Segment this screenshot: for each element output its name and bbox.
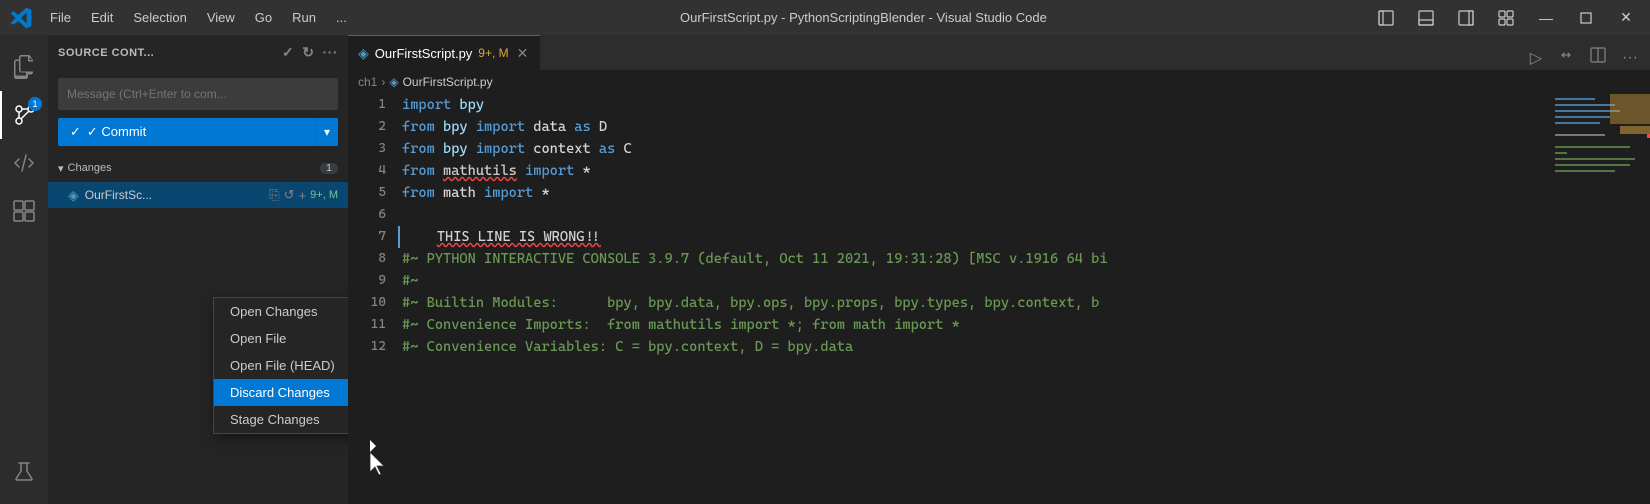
code-line-11: #~ Convenience Imports: from mathutils i… (398, 314, 1550, 336)
changes-count: 1 (320, 163, 338, 174)
more-actions-icon[interactable]: ··· (323, 44, 339, 61)
changes-section: ▾ Changes 1 ◈ OurFirstSc... ⎘ ↺ + 9+, M (48, 154, 348, 208)
split-editor-icon[interactable] (1586, 45, 1610, 70)
activity-extensions[interactable] (0, 187, 48, 235)
discard-icon[interactable]: ↺ (284, 187, 295, 203)
activity-explorer[interactable] (0, 43, 48, 91)
code-line-3: from bpy import context as C (398, 138, 1550, 160)
chevron-down-icon: ▾ (58, 162, 64, 175)
file-badge: 9+, M (310, 189, 338, 201)
source-control-sidebar: SOURCE CONT... ✓ ↻ ··· ✓ ✓ Commit ▾ ▾ Ch… (48, 35, 348, 504)
code-line-1: import bpy (398, 94, 1550, 116)
layout-grid-toggle[interactable] (1492, 7, 1520, 29)
python-breadcrumb-icon: ◈ (389, 75, 398, 89)
activity-run-debug[interactable] (0, 139, 48, 187)
context-menu-open-file[interactable]: Open File (214, 325, 348, 352)
window-title: OurFirstScript.py - PythonScriptingBlend… (355, 10, 1372, 25)
more-actions-tab-icon[interactable]: ··· (1618, 47, 1642, 69)
file-item[interactable]: ◈ OurFirstSc... ⎘ ↺ + 9+, M (48, 182, 348, 208)
commit-dropdown-button[interactable]: ▾ (315, 118, 338, 146)
code-line-8: #~ PYTHON INTERACTIVE CONSOLE 3.9.7 (def… (398, 248, 1550, 270)
maximize-button[interactable] (1572, 7, 1600, 29)
menu-selection[interactable]: Selection (125, 8, 194, 27)
menu-go[interactable]: Go (247, 8, 280, 27)
code-editor[interactable]: 1 2 3 4 5 6 7 8 9 10 11 12 import bpy (348, 94, 1650, 504)
tab-ourfirstscript[interactable]: ◈ OurFirstScript.py 9+, M ✕ (348, 35, 540, 70)
run-code-icon[interactable]: ▷ (1526, 46, 1546, 70)
add-icon[interactable]: + (299, 188, 307, 203)
context-menu-stage-changes[interactable]: Stage Changes (214, 406, 348, 433)
python-file-icon: ◈ (358, 45, 369, 62)
code-line-12: #~ Convenience Variables: C = bpy.contex… (398, 336, 1550, 358)
file-name: OurFirstSc... (85, 188, 269, 202)
chevron-down-icon: ▾ (324, 125, 330, 139)
editor-area: ◈ OurFirstScript.py 9+, M ✕ ▷ ··· ch1 › … (348, 35, 1650, 504)
copy-icon[interactable]: ⎘ (269, 187, 279, 203)
tab-label: OurFirstScript.py (375, 46, 473, 61)
close-button[interactable]: ✕ (1612, 7, 1640, 29)
commit-button[interactable]: ✓ ✓ Commit (58, 118, 315, 146)
open-changes-icon[interactable] (1554, 45, 1578, 70)
tab-bar: ◈ OurFirstScript.py 9+, M ✕ ▷ ··· (348, 35, 1650, 70)
menu-file[interactable]: File (42, 8, 79, 27)
vscode-logo-icon (10, 7, 32, 29)
title-bar: File Edit Selection View Go Run ... OurF… (0, 0, 1650, 35)
commit-message-area (48, 70, 348, 118)
context-menu-open-file-head[interactable]: Open File (HEAD) (214, 352, 348, 379)
code-line-9: #~ (398, 270, 1550, 292)
tab-bar-right: ▷ ··· (1526, 45, 1650, 70)
code-line-4: from mathutils import * (398, 160, 1550, 182)
menu-bar: File Edit Selection View Go Run ... (42, 8, 355, 27)
code-line-5: from math import * (398, 182, 1550, 204)
changes-label: Changes (68, 162, 320, 174)
code-line-7: THIS LINE IS WRONG!! (398, 226, 1550, 248)
code-line-6 (398, 204, 1550, 226)
line-numbers: 1 2 3 4 5 6 7 8 9 10 11 12 (348, 94, 398, 504)
menu-more[interactable]: ... (328, 8, 355, 27)
menu-edit[interactable]: Edit (83, 8, 121, 27)
code-content: import bpy from bpy import data as D fro… (398, 94, 1550, 504)
main-layout: 1 SOURCE CONT... ✓ ↻ ··· ✓ ✓ Comm (0, 35, 1650, 504)
context-menu-discard-changes[interactable]: Discard Changes (214, 379, 348, 406)
minimap (1550, 94, 1650, 504)
context-menu: Open Changes Open File Open File (HEAD) … (213, 297, 348, 434)
activity-flask[interactable] (0, 448, 48, 496)
minimize-button[interactable]: — (1532, 7, 1560, 29)
activity-bar: 1 (0, 35, 48, 504)
breadcrumb-filename[interactable]: OurFirstScript.py (403, 75, 493, 89)
code-line-10: #~ Builtin Modules: bpy, bpy.data, bpy.o… (398, 292, 1550, 314)
commit-button-row: ✓ ✓ Commit ▾ (58, 118, 338, 146)
breadcrumb-separator: › (381, 75, 385, 89)
sidebar-header: SOURCE CONT... ✓ ↻ ··· (48, 35, 348, 70)
menu-view[interactable]: View (199, 8, 243, 27)
menu-run[interactable]: Run (284, 8, 324, 27)
commit-checkmark-icon: ✓ (70, 124, 81, 140)
file-actions: ⎘ ↺ + (269, 187, 306, 203)
layout-right-toggle[interactable] (1452, 7, 1480, 29)
changes-header[interactable]: ▾ Changes 1 (48, 154, 348, 182)
activity-source-control[interactable]: 1 (0, 91, 48, 139)
source-control-badge: 1 (28, 97, 42, 111)
tab-close-button[interactable]: ✕ (515, 45, 531, 62)
breadcrumb: ch1 › ◈ OurFirstScript.py (348, 70, 1650, 94)
file-python-icon: ◈ (68, 187, 79, 204)
context-menu-open-changes[interactable]: Open Changes (214, 298, 348, 325)
layout-panel-toggle[interactable] (1412, 7, 1440, 29)
check-all-icon[interactable]: ✓ (282, 44, 294, 61)
commit-button-label: ✓ Commit (87, 124, 146, 140)
layout-sidebar-toggle[interactable] (1372, 7, 1400, 29)
breadcrumb-ch1[interactable]: ch1 (358, 75, 377, 89)
sidebar-header-icons: ✓ ↻ ··· (282, 44, 338, 61)
commit-message-input[interactable] (58, 78, 338, 110)
tab-modified-badge: 9+, M (478, 46, 508, 60)
window-controls: — ✕ (1372, 7, 1640, 29)
refresh-icon[interactable]: ↻ (302, 44, 314, 61)
code-line-2: from bpy import data as D (398, 116, 1550, 138)
